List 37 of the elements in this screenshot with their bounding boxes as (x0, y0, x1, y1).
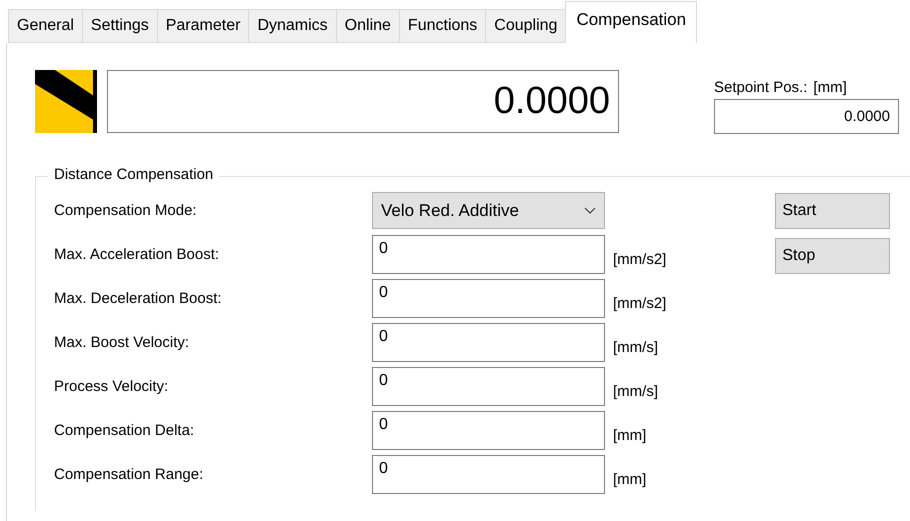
unit-label: [mm/s] (613, 339, 658, 356)
input-field[interactable]: 0 (372, 411, 605, 450)
unit-label: [mm/s2] (613, 251, 666, 268)
unit-label: [mm] (613, 471, 646, 488)
unit-label: [mm] (613, 427, 646, 444)
tab[interactable]: Functions (398, 9, 486, 43)
input-field[interactable]: 0 (372, 235, 605, 274)
setpoint-field: 0.0000 (714, 99, 899, 134)
input-field[interactable]: 0 (372, 279, 605, 318)
tab[interactable]: Coupling (485, 9, 566, 43)
field-label: Max. Boost Velocity: (54, 334, 190, 351)
action-button[interactable]: Start (775, 193, 890, 229)
field-label: Process Velocity: (54, 378, 170, 395)
hazard-stripe-icon (35, 70, 97, 133)
tab[interactable]: Parameter (156, 9, 248, 43)
chevron-down-icon (584, 207, 596, 214)
field-label: Max. Deceleration Boost: (54, 290, 223, 307)
tab[interactable]: Dynamics (248, 9, 336, 43)
tab[interactable]: Settings (82, 9, 157, 43)
setpoint-label: Setpoint Pos.: (714, 79, 808, 96)
unit-label: [mm/s] (613, 383, 658, 400)
position-display: 0.0000 (107, 70, 619, 133)
input-field[interactable]: 0 (372, 323, 605, 362)
field-label: Compensation Range: (54, 466, 204, 483)
field-label: Compensation Mode: (54, 202, 198, 219)
tab[interactable]: General (8, 9, 82, 43)
tab[interactable]: Online (336, 9, 399, 43)
input-field[interactable]: 0 (372, 367, 605, 406)
mode-dropdown[interactable]: Velo Red. Additive (372, 192, 605, 229)
input-field[interactable]: 0 (372, 455, 605, 494)
unit-label: [mm] (813, 79, 847, 96)
action-button[interactable]: Stop (775, 238, 890, 274)
unit-label: [mm/s2] (613, 295, 666, 312)
field-label: Max. Acceleration Boost: (54, 246, 220, 263)
field-label: Compensation Delta: (54, 422, 196, 439)
group-title: Distance Compensation (48, 166, 220, 183)
tab[interactable]: Compensation (565, 1, 698, 43)
